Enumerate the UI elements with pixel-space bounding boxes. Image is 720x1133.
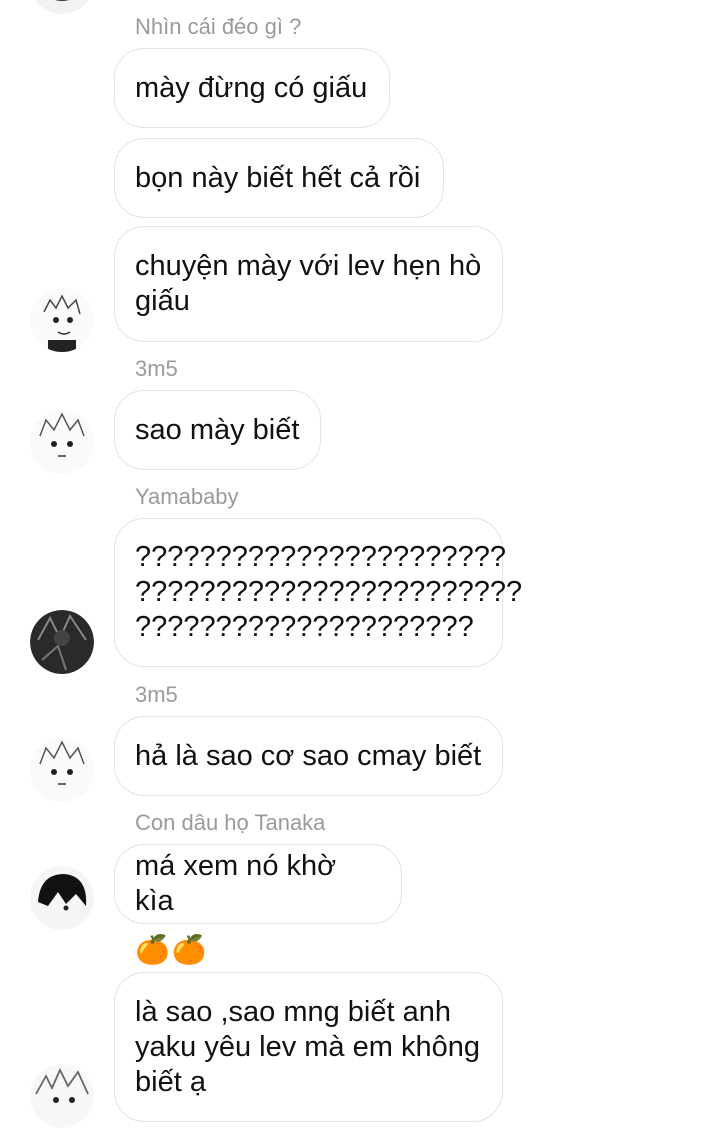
message-bubble[interactable]: mày đừng có giấu [114, 48, 390, 128]
sender-name-emoji: 🍊🍊 [135, 934, 209, 965]
avatar-blond-sketch[interactable] [30, 288, 94, 352]
message-bubble[interactable]: ??????????????????????? ????????????????… [114, 518, 522, 667]
message-bubble[interactable]: chuyện mày với lev hẹn hò giấu [114, 226, 503, 342]
avatar-spiky-sketch[interactable] [30, 410, 94, 474]
avatar-black-hair-sketch[interactable] [30, 866, 94, 930]
sender-name: Con dâu họ Tanaka [135, 810, 326, 835]
avatar-dark-sketch[interactable] [30, 610, 94, 674]
avatar-spiky-sketch[interactable] [30, 738, 94, 802]
avatar-partial-top[interactable] [30, 0, 94, 14]
sender-name: Yamababy [135, 484, 239, 509]
avatar-orange-hair-sketch[interactable] [30, 1064, 94, 1128]
sender-name: Nhìn cái đéo gì ? [135, 14, 302, 39]
message-bubble[interactable]: má xem nó khờ kìa [114, 844, 402, 924]
message-bubble[interactable]: là sao ,sao mng biết anh yaku yêu lev mà… [114, 972, 503, 1122]
sender-name: 3m5 [135, 682, 178, 707]
sender-name: 3m5 [135, 356, 178, 381]
message-bubble[interactable]: hả là sao cơ sao cmay biết [114, 716, 503, 796]
message-bubble[interactable]: bọn này biết hết cả rồi [114, 138, 444, 218]
message-bubble[interactable]: sao mày biết [114, 390, 321, 470]
